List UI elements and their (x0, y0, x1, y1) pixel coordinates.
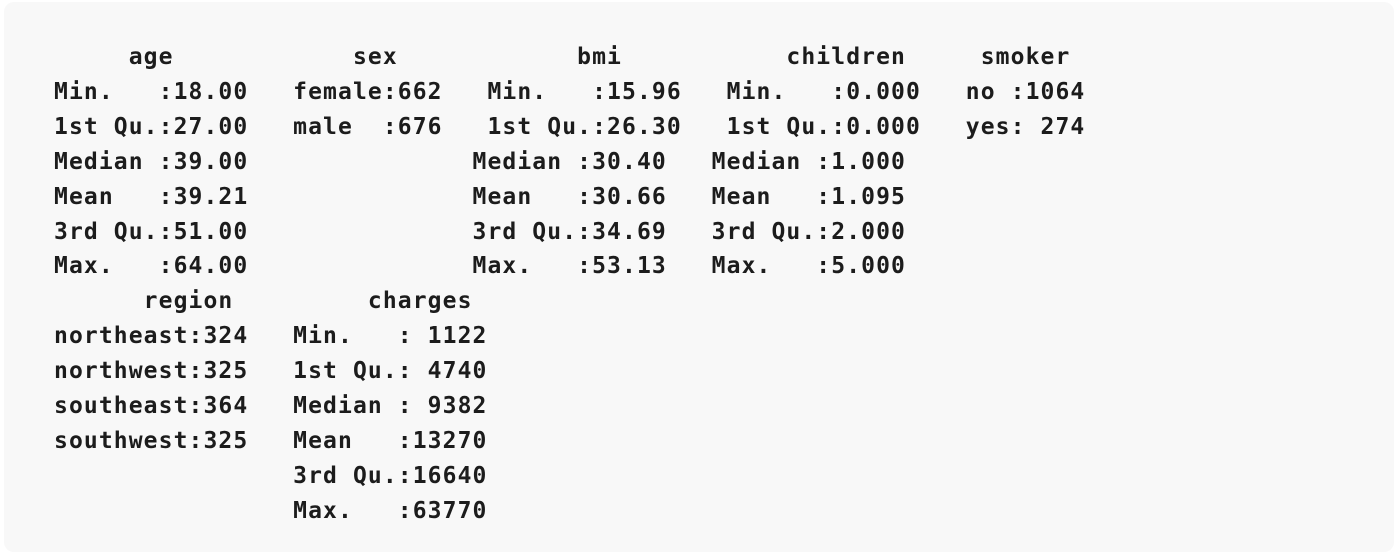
output-line-northeast: northeast:324 Min. : 1122 (54, 323, 488, 350)
output-line-charges-max: Max. :63770 (54, 497, 488, 524)
output-line-charges-3rd-qu: 3rd Qu.:16640 (54, 462, 488, 489)
summary-output-text: age sex bmi children smoker Min. :18.00 f… (54, 40, 1085, 529)
output-line-1st-qu: 1st Qu.:27.00 male :676 1st Qu.:26.30 1s… (54, 113, 1086, 140)
output-line-median: Median :39.00 Median :30.40 Median :1.00… (54, 148, 906, 175)
output-line-min: Min. :18.00 female:662 Min. :15.96 Min. … (54, 78, 1086, 105)
output-line-mean: Mean :39.21 Mean :30.66 Mean :1.095 (54, 183, 906, 210)
output-line-max: Max. :64.00 Max. :53.13 Max. :5.000 (54, 253, 906, 280)
output-line-header-1: age sex bmi children smoker (54, 44, 1071, 70)
output-line-3rd-qu: 3rd Qu.:51.00 3rd Qu.:34.69 3rd Qu.:2.00… (54, 218, 906, 245)
output-line-southwest: southwest:325 Mean :13270 (54, 427, 488, 454)
output-line-southeast: southeast:364 Median : 9382 (54, 393, 488, 420)
code-output-panel: age sex bmi children smoker Min. :18.00 f… (4, 2, 1394, 552)
output-line-header-2: region charges (54, 288, 473, 315)
output-line-northwest: northwest:325 1st Qu.: 4740 (54, 358, 488, 385)
